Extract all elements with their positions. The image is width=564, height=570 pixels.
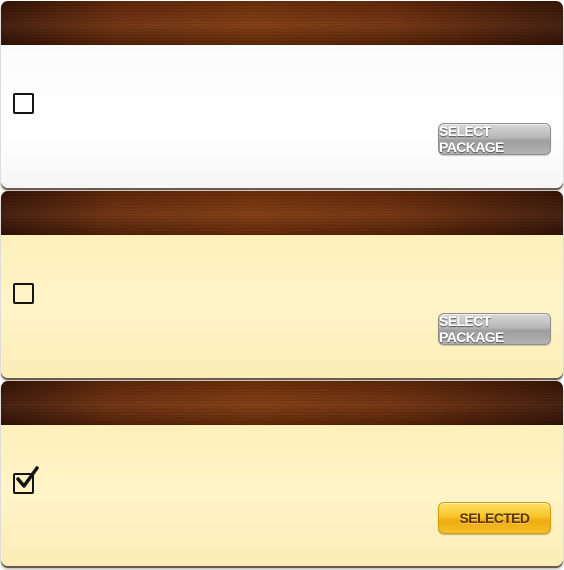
package-header xyxy=(1,381,563,425)
select-package-button[interactable]: SELECT PACKAGE xyxy=(438,123,551,155)
select-package-button[interactable]: SELECT PACKAGE xyxy=(438,313,551,345)
selected-button[interactable]: SELECTED xyxy=(438,502,551,534)
package-body: SELECTED xyxy=(1,425,563,566)
package-card: SELECT PACKAGE xyxy=(1,191,563,378)
package-checkbox[interactable] xyxy=(13,93,34,114)
package-checkbox[interactable] xyxy=(13,466,39,494)
package-header xyxy=(1,1,563,45)
package-card: SELECTED xyxy=(1,381,563,566)
checkmark-icon xyxy=(16,466,39,488)
package-checkbox[interactable] xyxy=(13,283,34,304)
package-header xyxy=(1,191,563,235)
package-card: SELECT PACKAGE xyxy=(1,1,563,188)
package-body: SELECT PACKAGE xyxy=(1,235,563,378)
package-body: SELECT PACKAGE xyxy=(1,45,563,188)
